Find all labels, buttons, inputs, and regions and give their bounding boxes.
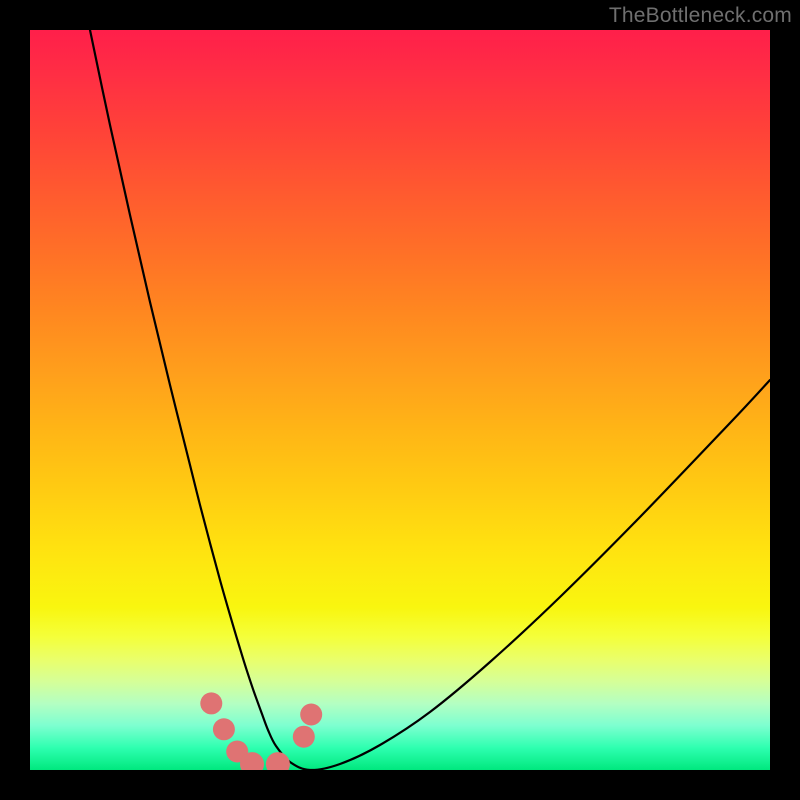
marker-group	[200, 692, 322, 770]
watermark-text: TheBottleneck.com	[609, 4, 792, 28]
chart-frame: TheBottleneck.com	[0, 0, 800, 800]
curve-svg	[30, 30, 770, 770]
marker-valley-right	[266, 752, 290, 770]
marker-right-upper	[300, 704, 322, 726]
plot-area	[30, 30, 770, 770]
bottleneck-curve	[90, 30, 770, 770]
marker-right-lower	[293, 726, 315, 748]
marker-left-upper	[200, 692, 222, 714]
marker-left-mid	[213, 718, 235, 740]
